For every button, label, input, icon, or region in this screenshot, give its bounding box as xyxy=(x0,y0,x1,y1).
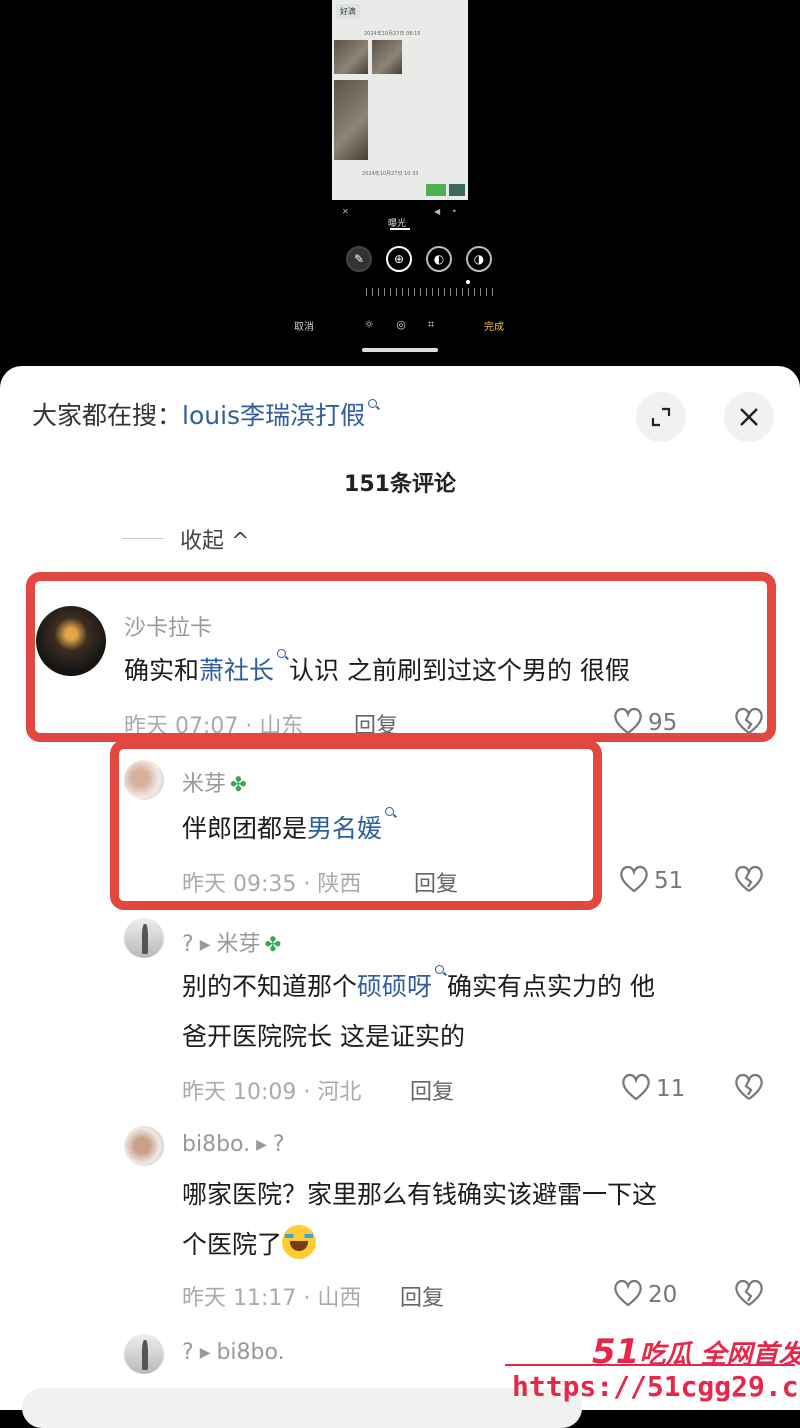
comment-text-part: 别的不知道那个 xyxy=(182,972,358,1001)
watermark-brand: 51吃瓜 全网首发 xyxy=(592,1332,800,1372)
dislike-button[interactable] xyxy=(732,1072,766,1106)
broken-heart-icon xyxy=(735,1073,763,1100)
contrast-icon[interactable]: ◑ xyxy=(466,246,492,272)
clover-icon: ✤ xyxy=(264,932,282,956)
avatar[interactable] xyxy=(124,918,164,958)
reply-arrow-icon: ▶ xyxy=(199,1345,211,1361)
screenshot-photo xyxy=(372,40,402,74)
trending-search[interactable]: 大家都在搜：louis李瑞滨打假 xyxy=(32,396,380,432)
like-count: 51 xyxy=(654,868,684,894)
cancel-button[interactable]: 取消 xyxy=(294,318,314,333)
chevron-up-icon: ^ xyxy=(231,529,250,554)
watermark-url: https://51cgg29.com xyxy=(512,1370,800,1403)
trending-search-prefix: 大家都在搜： xyxy=(32,401,183,430)
more-icon[interactable]: • xyxy=(452,207,457,216)
search-icon xyxy=(433,962,447,976)
auto-enhance-icon[interactable]: ✎ xyxy=(346,246,372,272)
screenshot-tag: 好滴 xyxy=(336,4,360,19)
heart-icon xyxy=(620,865,648,893)
avatar[interactable] xyxy=(124,1334,164,1374)
comment-text-part: 个医院了 xyxy=(182,1230,283,1259)
close-icon xyxy=(740,408,758,426)
like-button[interactable]: 11 xyxy=(620,1072,685,1102)
reply-arrow-icon: ▶ xyxy=(199,937,211,953)
watermark-line xyxy=(505,1364,795,1366)
watermark-number: 51 xyxy=(592,1332,640,1372)
comment-text: 个医院了 xyxy=(182,1220,317,1270)
adjust-icon[interactable]: ☼ xyxy=(362,318,376,332)
tool-underline xyxy=(390,228,410,230)
adjust-slider[interactable] xyxy=(366,288,496,296)
heart-icon xyxy=(614,1279,642,1307)
username-text: ? xyxy=(182,932,194,957)
like-count: 11 xyxy=(656,1076,686,1102)
broken-heart-icon xyxy=(735,1279,763,1306)
screenshot-time: 2024年10月27日 08:15 xyxy=(364,31,421,37)
dislike-button[interactable] xyxy=(732,864,766,898)
comment-meta: 昨天 10:09 · 河北 xyxy=(182,1080,362,1105)
screenshot-bubble xyxy=(426,184,446,196)
comment-meta: 昨天 11:17 · 山西 xyxy=(182,1286,362,1311)
highlight-box xyxy=(26,572,776,742)
reply-to-username: 米芽 xyxy=(216,932,261,957)
reply-button[interactable]: 回复 xyxy=(400,1280,444,1312)
volume-icon[interactable]: ◀ xyxy=(434,207,440,216)
like-count: 20 xyxy=(648,1282,678,1308)
close-icon[interactable]: ✕ xyxy=(342,207,349,216)
reply-button[interactable]: 回复 xyxy=(410,1074,454,1106)
reply-arrow-icon: ▶ xyxy=(256,1137,267,1153)
collapse-button[interactable]: 收起 ^ xyxy=(180,523,249,555)
heart-icon xyxy=(622,1073,650,1101)
dislike-button[interactable] xyxy=(732,1278,766,1312)
like-button[interactable]: 20 xyxy=(612,1278,677,1308)
photo-editor: 好滴 2024年10月27日 08:15 2024年10月27日 10:33 ✕… xyxy=(0,0,800,380)
comment-username[interactable]: ? ▶ bi8bo. xyxy=(182,1340,285,1365)
trending-search-term[interactable]: louis李瑞滨打假 xyxy=(182,401,365,430)
reply-to-username: bi8bo. xyxy=(216,1340,285,1365)
comment-text: 别的不知道那个硕硕呀 确实有点实力的 他 xyxy=(182,962,655,1012)
crop-icon[interactable]: ⌗ xyxy=(424,318,438,332)
divider xyxy=(122,538,164,539)
search-icon xyxy=(366,396,380,410)
comment-input[interactable] xyxy=(22,1388,582,1428)
slider-marker xyxy=(466,280,470,284)
comment-username[interactable]: bi8bo. ▶? xyxy=(182,1132,285,1157)
crying-laugh-emoji-icon xyxy=(282,1225,317,1259)
home-indicator xyxy=(362,348,438,352)
comment-text-line: 哪家医院？家里那么有钱确实该避雷一下这 xyxy=(182,1180,658,1209)
expand-button[interactable] xyxy=(636,392,686,442)
screenshot-photo xyxy=(334,40,368,74)
like-button[interactable]: 51 xyxy=(618,864,683,894)
expand-icon xyxy=(651,407,671,427)
exposure-icon[interactable]: ⊕ xyxy=(386,246,412,272)
avatar[interactable] xyxy=(124,1126,164,1166)
username-text: bi8bo. xyxy=(182,1132,251,1157)
done-button[interactable]: 完成 xyxy=(484,318,504,333)
comment-count: 151条评论 xyxy=(344,472,456,497)
collapse-label: 收起 xyxy=(180,529,225,554)
reply-to-username: ? xyxy=(272,1132,285,1157)
screenshot-time: 2024年10月27日 10:33 xyxy=(362,171,419,177)
screenshot-photo xyxy=(334,80,368,160)
highlight-box xyxy=(110,740,602,910)
username-text: ? xyxy=(182,1340,194,1365)
comment-text-line: 爸开医院院长 这是证实的 xyxy=(182,1022,465,1051)
screenshot-photo xyxy=(449,184,465,196)
close-button[interactable] xyxy=(724,392,774,442)
comment-username[interactable]: ? ▶ 米芽 ✤ xyxy=(182,926,281,958)
brilliance-icon[interactable]: ◐ xyxy=(426,246,452,272)
comment-link[interactable]: 硕硕呀 xyxy=(357,972,432,1001)
filter-icon[interactable]: ◎ xyxy=(394,318,408,332)
comment-text-part: 确实有点实力的 他 xyxy=(447,972,655,1001)
comment-sheet: 大家都在搜：louis李瑞滨打假 151条评论 收起 ^ 沙卡拉卡 确实和萧社长… xyxy=(0,366,800,1410)
broken-heart-icon xyxy=(735,865,763,892)
